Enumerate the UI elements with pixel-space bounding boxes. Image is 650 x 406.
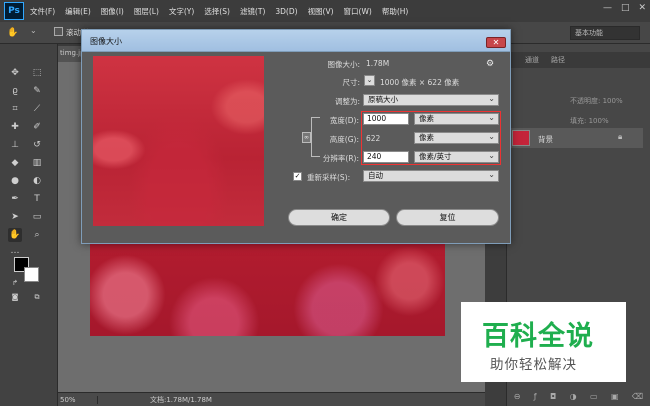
- adjustment-icon[interactable]: ◑: [570, 392, 577, 401]
- image-size-label: 图像大小:: [327, 60, 360, 69]
- eraser-tool-icon[interactable]: ◆: [8, 156, 22, 170]
- resample-select[interactable]: 自动: [363, 170, 499, 182]
- minimize-button[interactable]: —: [603, 3, 612, 13]
- healing-brush-tool-icon[interactable]: ✚: [8, 120, 22, 134]
- path-select-tool-icon[interactable]: ➤: [8, 210, 22, 224]
- clone-stamp-tool-icon[interactable]: ⊥: [8, 138, 22, 152]
- fill-label[interactable]: 填充: 100%: [570, 116, 609, 126]
- status-bar: 50% 文档:1.78M/1.78M: [58, 392, 485, 406]
- menu-layer[interactable]: 图层(L): [134, 6, 159, 17]
- eyedropper-tool-icon[interactable]: ⟋: [30, 102, 44, 116]
- opacity-label[interactable]: 不透明度: 100%: [570, 96, 623, 106]
- hand-tool-preset-icon[interactable]: ✋: [6, 26, 20, 40]
- menu-help[interactable]: 帮助(H): [382, 6, 409, 17]
- menu-filter[interactable]: 滤镜(T): [240, 6, 265, 17]
- dodge-tool-icon[interactable]: ◐: [30, 174, 44, 188]
- menu-file[interactable]: 文件(F): [30, 6, 55, 17]
- watermark-title: 百科全说: [482, 321, 594, 352]
- menu-bar: Ps 文件(F) 编辑(E) 图像(I) 图层(L) 文字(Y) 选择(S) 滤…: [0, 0, 650, 22]
- image-preview[interactable]: [93, 56, 264, 226]
- resample-checkbox[interactable]: ✓: [293, 172, 302, 181]
- ok-button[interactable]: 确定: [288, 209, 390, 226]
- chevron-down-icon[interactable]: ⌄: [30, 26, 37, 35]
- gear-icon[interactable]: ⚙: [486, 59, 494, 69]
- panel-tabs: 通道 路径: [507, 52, 650, 68]
- resolution-label: 分辨率(R):: [322, 154, 359, 163]
- window-controls: — □ ✕: [603, 3, 646, 13]
- more-tools-icon[interactable]: …: [8, 244, 22, 258]
- menu-view[interactable]: 视图(V): [308, 6, 334, 17]
- dialog-title: 图像大小: [90, 37, 122, 46]
- fit-to-label: 调整为:: [334, 97, 360, 106]
- folder-icon[interactable]: ▭: [590, 392, 598, 401]
- tab-channels[interactable]: 通道: [519, 55, 545, 68]
- pen-tool-icon[interactable]: ✒: [8, 192, 22, 206]
- workspace-select[interactable]: 基本功能: [570, 26, 640, 40]
- zoom-tool-icon[interactable]: ⌕: [30, 228, 44, 242]
- lock-icon: 🔒︎: [618, 132, 623, 141]
- scroll-all-windows-checkbox[interactable]: [54, 27, 63, 36]
- rectangle-tool-icon[interactable]: ▭: [30, 210, 44, 224]
- menu-edit[interactable]: 编辑(E): [65, 6, 91, 17]
- highlight-outline: [361, 111, 501, 165]
- layers-bottom-toolbar: ⊖ ƒ ◘ ◑ ▭ ▣ ⌫: [507, 386, 650, 406]
- width-label: 宽度(D):: [329, 116, 359, 125]
- hand-tool-icon[interactable]: ✋: [8, 228, 22, 242]
- layer-name: 背景: [538, 135, 553, 144]
- background-color-swatch[interactable]: [24, 267, 39, 282]
- mask-icon[interactable]: ◘: [550, 392, 556, 401]
- blur-tool-icon[interactable]: ●: [8, 174, 22, 188]
- menu-select[interactable]: 选择(S): [204, 6, 230, 17]
- swap-colors-icon[interactable]: ↱: [8, 276, 22, 290]
- marquee-tool-icon[interactable]: ⬚: [30, 66, 44, 80]
- trash-icon[interactable]: ⌫: [632, 392, 643, 401]
- fit-to-select[interactable]: 原稿大小: [363, 94, 499, 106]
- photoshop-logo: Ps: [4, 2, 24, 20]
- reset-button[interactable]: 复位: [396, 209, 499, 226]
- menu-image[interactable]: 图像(I): [101, 6, 124, 17]
- lasso-tool-icon[interactable]: ϱ: [8, 84, 22, 98]
- crop-tool-icon[interactable]: ⌗: [8, 102, 22, 116]
- height-label: 高度(G):: [329, 135, 359, 144]
- toolbox: ✥ ⬚ ϱ ✎ ⌗ ⟋ ✚ ✐ ⊥ ↺ ◆ ▥ ● ◐ ✒ T ➤ ▭ ✋ ⌕ …: [0, 44, 58, 406]
- dimensions-value: 1000 像素 × 622 像素: [380, 78, 460, 87]
- watermark-subtitle: 助你轻松解决: [490, 357, 577, 373]
- tab-paths[interactable]: 路径: [545, 55, 571, 68]
- image-size-value: 1.78M: [366, 59, 390, 68]
- history-brush-tool-icon[interactable]: ↺: [30, 138, 44, 152]
- menu-window[interactable]: 窗口(W): [344, 6, 372, 17]
- gradient-tool-icon[interactable]: ▥: [30, 156, 44, 170]
- zoom-level[interactable]: 50%: [58, 395, 98, 404]
- dialog-titlebar[interactable]: [81, 29, 511, 52]
- move-tool-icon[interactable]: ✥: [8, 66, 22, 80]
- brush-tool-icon[interactable]: ✐: [30, 120, 44, 134]
- menu-type[interactable]: 文字(Y): [169, 6, 194, 17]
- screen-mode-icon[interactable]: ⧉: [30, 290, 44, 304]
- dimensions-label: 尺寸:: [342, 78, 360, 87]
- menu-3d[interactable]: 3D(D): [275, 7, 297, 16]
- type-tool-icon[interactable]: T: [30, 192, 44, 206]
- quick-select-tool-icon[interactable]: ✎: [30, 84, 44, 98]
- dialog-close-button[interactable]: ✕: [486, 37, 506, 48]
- new-layer-icon[interactable]: ▣: [611, 392, 619, 401]
- dimensions-unit-dropdown[interactable]: ⌄: [364, 75, 375, 86]
- restore-button[interactable]: □: [621, 3, 630, 13]
- link-layers-icon[interactable]: ⊖: [514, 392, 521, 401]
- layer-thumbnail: [512, 130, 530, 146]
- resample-label: 重新采样(S):: [307, 173, 351, 182]
- close-window-button[interactable]: ✕: [638, 3, 646, 13]
- fx-icon[interactable]: ƒ: [534, 392, 537, 401]
- document-tab[interactable]: timg.jp: [58, 46, 82, 62]
- document-info[interactable]: 文档:1.78M/1.78M: [98, 395, 212, 405]
- quick-mask-icon[interactable]: ◙: [8, 290, 22, 304]
